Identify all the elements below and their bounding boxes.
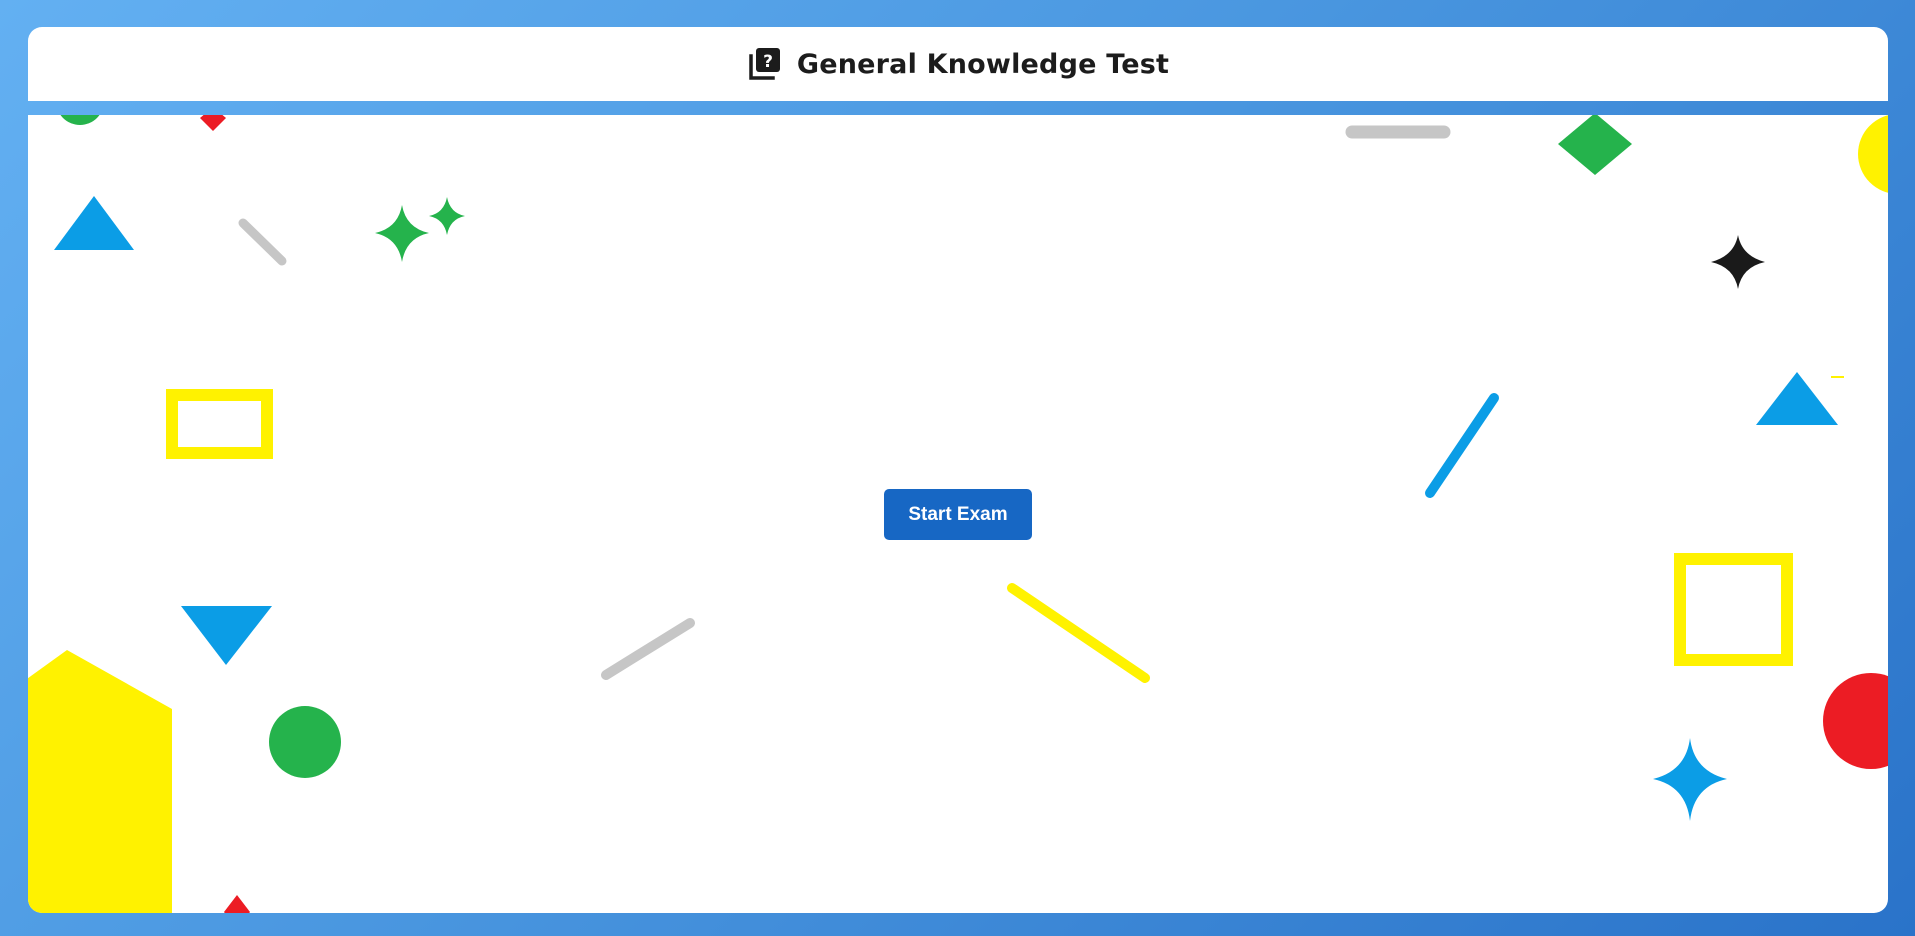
black-sparkle-shape	[1711, 235, 1765, 289]
green-sparkle-shape	[375, 205, 429, 262]
blue-sparkle-shape	[1653, 738, 1727, 821]
green-diamond-shape	[1558, 115, 1632, 175]
gray-line-bottom-shape	[601, 618, 695, 680]
yellow-circle-shape	[1858, 115, 1888, 193]
blue-inverted-triangle-shape	[181, 606, 272, 665]
blue-triangle-right-shape	[1756, 372, 1838, 425]
quiz-question-icon: ?	[747, 46, 783, 82]
yellow-rectangle-outline-shape	[166, 389, 273, 459]
red-diamond-shape	[200, 115, 226, 131]
gray-line-shape	[238, 218, 287, 266]
green-circle-shape	[60, 115, 100, 125]
yellow-line-shape	[1007, 583, 1150, 683]
blue-triangle-shape	[54, 196, 134, 250]
green-sparkle-small-shape	[429, 197, 465, 235]
svg-text:?: ?	[763, 52, 773, 72]
start-exam-button[interactable]: Start Exam	[884, 489, 1032, 540]
blue-line-shape	[1425, 393, 1499, 498]
header-bar: ? General Knowledge Test	[28, 27, 1888, 101]
yellow-pentagon-shape	[28, 650, 172, 913]
yellow-square-outline-shape	[1674, 553, 1793, 666]
red-circle-shape	[1823, 673, 1888, 769]
app-window: ? General Knowledge Test Start Exam	[28, 27, 1888, 913]
green-circle-bottom-shape	[269, 706, 341, 778]
page-title: General Knowledge Test	[796, 48, 1170, 80]
exam-start-stage: Start Exam	[28, 115, 1888, 913]
red-diamond-bottom-shape	[224, 895, 250, 913]
